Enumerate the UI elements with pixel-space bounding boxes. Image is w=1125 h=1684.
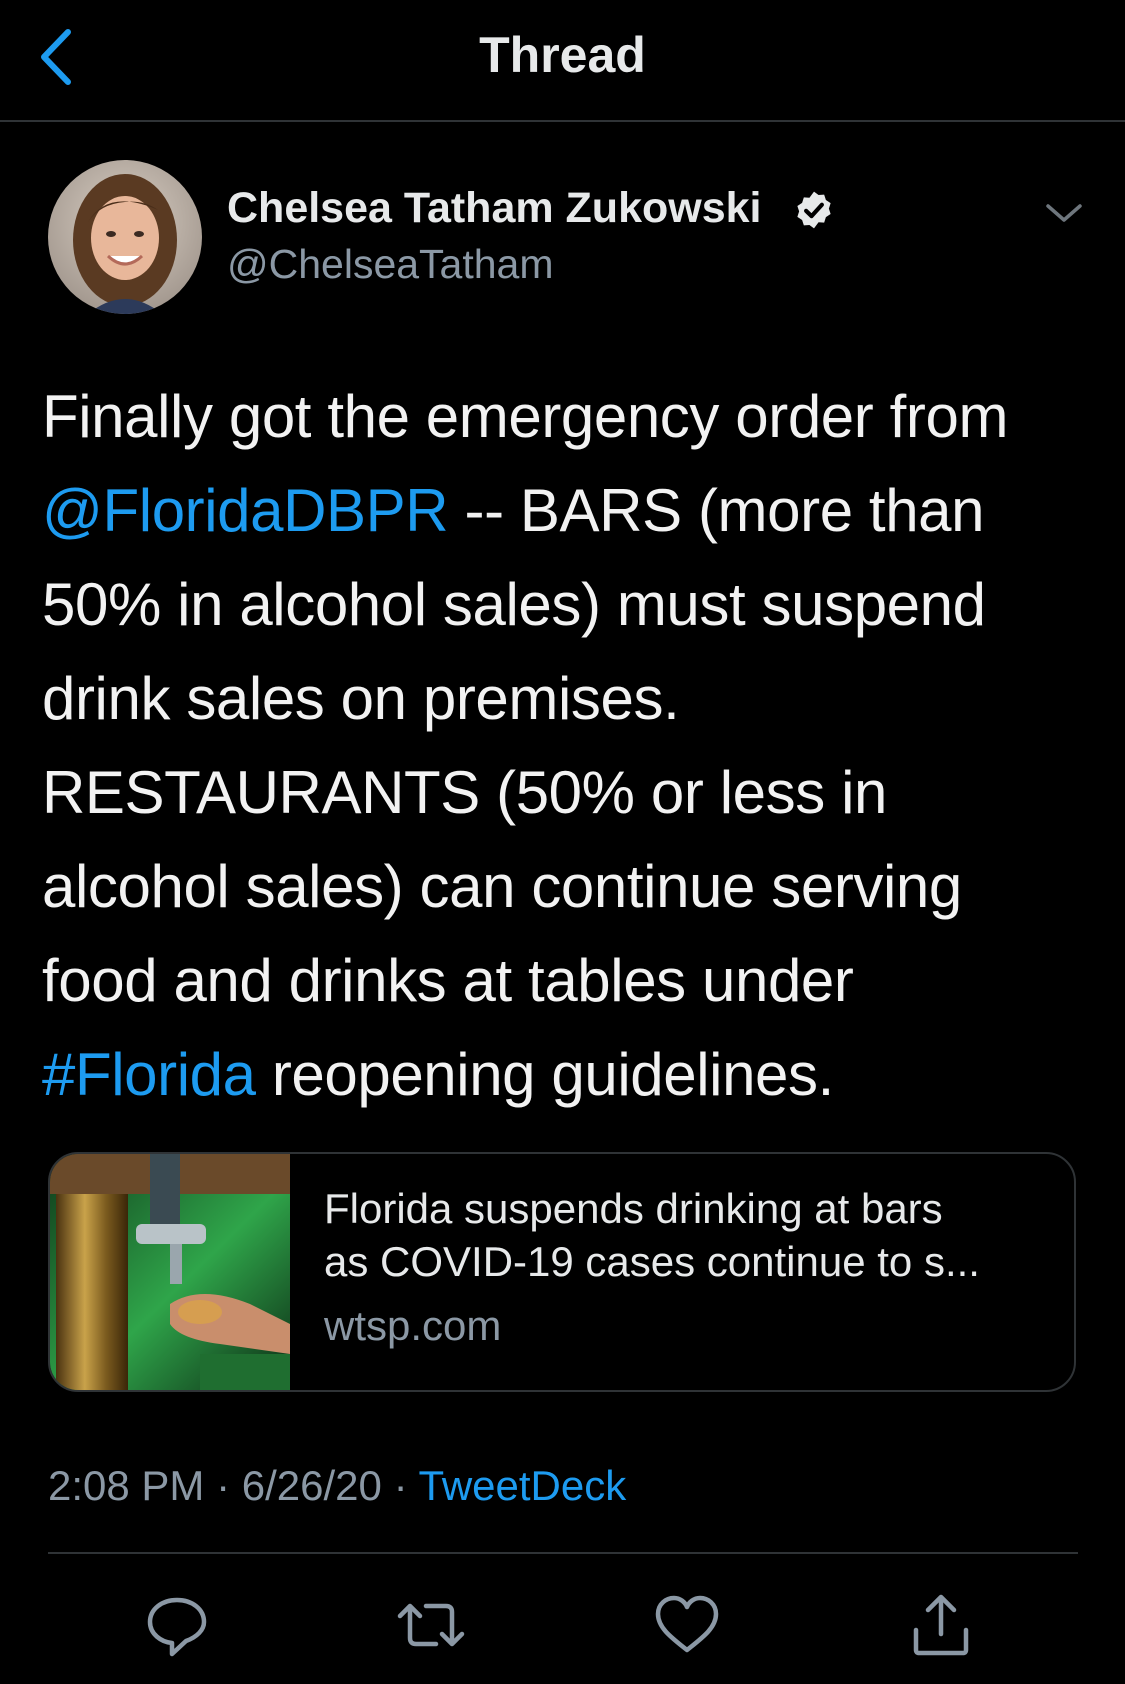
tweet-text: Finally got the emergency order from @Fl… [42, 370, 1102, 1122]
card-thumbnail-image [50, 1154, 290, 1390]
tweet-line: @FloridaDBPR -- BARS (more than [42, 464, 1102, 558]
tweet-line: Finally got the emergency order from [42, 370, 1102, 464]
card-title: Florida suspends drinking at bars as COV… [324, 1182, 1054, 1288]
tweet-text-segment: Finally got the emergency order from [42, 383, 1009, 450]
tweet-text-segment: alcohol sales) can continue serving [42, 853, 962, 920]
tweet-text-segment: RESTAURANTS (50% or less in [42, 759, 887, 826]
share-icon [913, 1594, 969, 1656]
tweet-text-segment: food and drinks at tables under [42, 947, 854, 1014]
tweet-line: #Florida reopening guidelines. [42, 1028, 1102, 1122]
hashtag-link[interactable]: #Florida [42, 1041, 256, 1108]
retweet-icon [397, 1603, 465, 1647]
reply-button[interactable] [142, 1590, 212, 1660]
tweet-date: 6/26/20 [241, 1462, 382, 1509]
tweet-text-segment: reopening guidelines. [255, 1041, 834, 1108]
avatar[interactable] [48, 160, 202, 314]
like-button[interactable] [652, 1590, 722, 1660]
card-title-line: Florida suspends drinking at bars [324, 1185, 943, 1232]
meta-separator: · [393, 1462, 408, 1509]
tweet-line: alcohol sales) can continue serving [42, 840, 1102, 934]
tweet-line: RESTAURANTS (50% or less in [42, 746, 1102, 840]
profile-photo [48, 160, 202, 314]
card-title-line: as COVID-19 cases continue to s... [324, 1238, 980, 1285]
chevron-down-icon [1046, 204, 1082, 222]
tweet-line: drink sales on premises. [42, 652, 1102, 746]
tweet-source-link[interactable]: TweetDeck [419, 1462, 627, 1509]
verified-badge-icon [797, 191, 831, 229]
link-preview-card[interactable]: Florida suspends drinking at bars as COV… [48, 1152, 1076, 1392]
tweet-meta: 2:08 PM · 6/26/20 · TweetDeck [48, 1462, 626, 1510]
tweet-line: 50% in alcohol sales) must suspend [42, 558, 1102, 652]
tweet-text-segment: 50% in alcohol sales) must suspend [42, 571, 986, 638]
like-icon [655, 1595, 719, 1653]
author-handle[interactable]: @ChelseaTatham [227, 241, 554, 288]
divider [48, 1552, 1078, 1554]
tweet-text-segment: -- BARS (more than [448, 477, 985, 544]
thread-header: Thread [0, 0, 1125, 122]
retweet-button[interactable] [396, 1590, 466, 1660]
page-title: Thread [479, 27, 646, 83]
reply-icon [147, 1597, 207, 1657]
meta-separator: · [216, 1462, 231, 1509]
mention-link[interactable]: @FloridaDBPR [42, 477, 449, 544]
tweet-text-segment: drink sales on premises. [42, 665, 680, 732]
author-name[interactable]: Chelsea Tatham Zukowski [227, 184, 761, 233]
card-domain: wtsp.com [324, 1302, 502, 1349]
share-button[interactable] [906, 1590, 976, 1660]
tweet-time: 2:08 PM [48, 1462, 205, 1509]
tweet-menu-button[interactable] [1042, 196, 1086, 230]
tweet-line: food and drinks at tables under [42, 934, 1102, 1028]
